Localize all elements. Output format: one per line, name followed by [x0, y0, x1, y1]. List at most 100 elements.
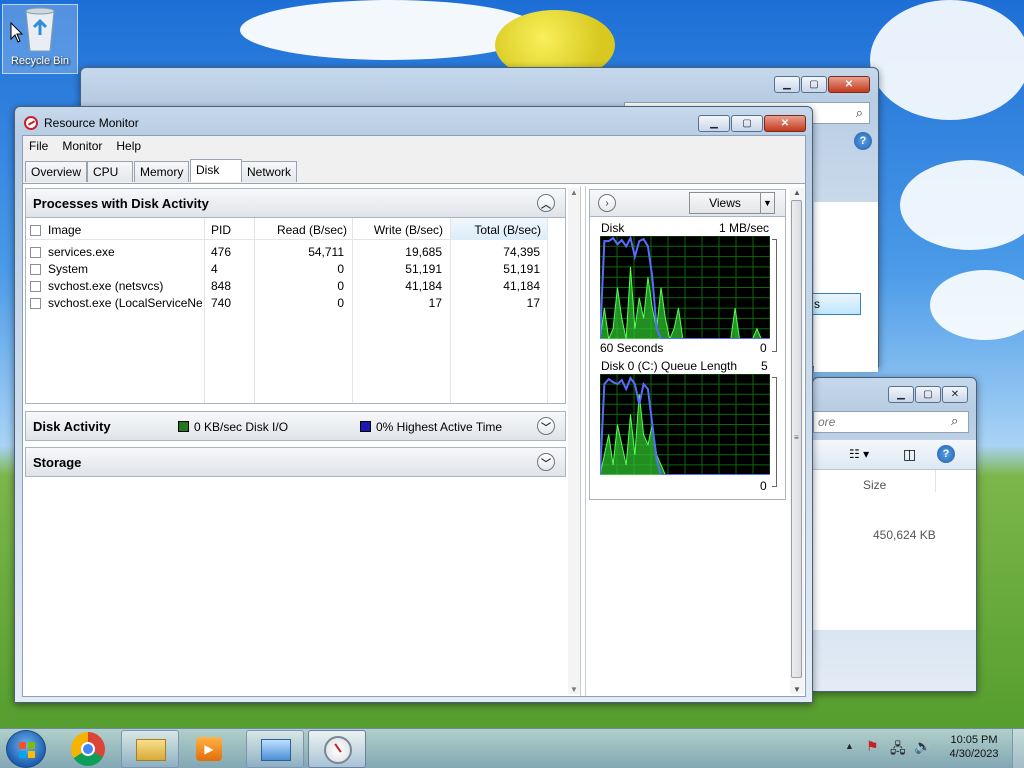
- disk-activity-panel-header[interactable]: Disk Activity 0 KB/sec Disk I/O 0% Highe…: [25, 411, 566, 441]
- explorer-window[interactable]: ▁ ▢ ✕ ore ⌕ ☷ ▾ ◫ ? Size 450,624 KB: [812, 377, 977, 692]
- clock[interactable]: 10:05 PM 4/30/2023: [944, 734, 1004, 760]
- cell-total: 51,191: [503, 262, 540, 276]
- tab-cpu[interactable]: CPU: [87, 161, 133, 182]
- row-checkbox[interactable]: [30, 279, 41, 293]
- client-area: File Monitor Help Overview CPU Memory Di…: [22, 135, 806, 697]
- cloud: [900, 160, 1024, 250]
- tab-overview[interactable]: Overview: [25, 161, 88, 182]
- partial-button[interactable]: s: [811, 293, 861, 315]
- show-desktop-button[interactable]: [1012, 729, 1024, 768]
- menu-help[interactable]: Help: [116, 139, 141, 153]
- network-icon[interactable]: 🖧: [890, 738, 906, 762]
- storage-panel-header[interactable]: Storage ﹀: [25, 447, 566, 477]
- resource-monitor-icon: [24, 116, 38, 130]
- resource-monitor-taskbar-button[interactable]: [308, 730, 366, 768]
- cell-image: services.exe: [48, 245, 115, 259]
- table-row[interactable]: System 4 0 51,191 51,191: [26, 260, 548, 277]
- size-column-header[interactable]: Size: [863, 478, 886, 492]
- collapse-chevron-up-icon[interactable]: ︿: [537, 194, 555, 212]
- views-label: Views: [709, 196, 741, 210]
- table-row[interactable]: svchost.exe (LocalServiceNet... 740 0 17…: [26, 294, 548, 311]
- processes-panel-header[interactable]: Processes with Disk Activity ︿: [25, 188, 566, 218]
- disk-activity-title: Disk Activity: [33, 418, 111, 434]
- help-icon[interactable]: ?: [854, 132, 872, 150]
- scroll-thumb[interactable]: ≡: [791, 200, 802, 678]
- cell-write: 17: [428, 296, 442, 310]
- right-scrollbar[interactable]: ▲ ≡ ▼: [790, 188, 804, 694]
- left-scrollbar[interactable]: ▲ ▼: [568, 188, 580, 694]
- resource-monitor-window[interactable]: Resource Monitor ▁ ▢ ✕ File Monitor Help…: [14, 106, 813, 703]
- volume-icon[interactable]: 🔊: [914, 738, 931, 755]
- expand-chevron-down-icon[interactable]: ﹀: [537, 417, 555, 435]
- col-image[interactable]: Image: [48, 223, 81, 237]
- views-dropdown[interactable]: Views ▼: [689, 192, 775, 214]
- chrome-icon[interactable]: [71, 732, 105, 766]
- table-row[interactable]: svchost.exe (netsvcs) 848 0 41,184 41,18…: [26, 277, 548, 294]
- col-read[interactable]: Read (B/sec): [255, 223, 347, 237]
- gauge-icon: [324, 736, 352, 764]
- table-row[interactable]: services.exe 476 54,711 19,685 74,395: [26, 243, 548, 260]
- cell-read: 54,711: [308, 245, 344, 259]
- disk-graph-max: 1 MB/sec: [718, 221, 769, 235]
- help-icon[interactable]: ?: [937, 445, 955, 463]
- processes-panel-title: Processes with Disk Activity: [33, 195, 209, 211]
- tab-network[interactable]: Network: [241, 161, 298, 182]
- cell-image: svchost.exe (netsvcs): [48, 279, 164, 293]
- menu-file[interactable]: File: [29, 139, 48, 153]
- view-options-icon[interactable]: ☷ ▾: [849, 447, 869, 461]
- tab-disk[interactable]: Disk: [190, 159, 242, 182]
- cell-write: 51,191: [405, 262, 442, 276]
- control-panel-taskbar-button[interactable]: [246, 730, 304, 768]
- clock-time: 10:05 PM: [950, 734, 998, 746]
- graph-bracket: [772, 377, 777, 487]
- show-hidden-icons[interactable]: ▲: [845, 741, 854, 751]
- queue-graph-min: 0: [760, 479, 767, 493]
- row-checkbox[interactable]: [30, 262, 41, 276]
- graph-canvas: [600, 236, 770, 339]
- control-panel-icon: [261, 739, 291, 761]
- chevron-right-icon[interactable]: ›: [598, 194, 616, 212]
- minimize-button[interactable]: ▁: [888, 386, 914, 403]
- scroll-down-icon[interactable]: ▼: [570, 685, 578, 694]
- col-total[interactable]: Total (B/sec): [451, 223, 541, 237]
- maximize-button[interactable]: ▢: [801, 76, 827, 93]
- action-center-flag-icon[interactable]: ⚑: [866, 738, 879, 755]
- disk-graph-title: Disk: [601, 221, 625, 235]
- menu-monitor[interactable]: Monitor: [62, 139, 102, 153]
- expand-chevron-down-icon[interactable]: ﹀: [537, 453, 555, 471]
- recycle-bin-label: Recycle Bin: [10, 55, 70, 67]
- minimize-button[interactable]: ▁: [774, 76, 800, 93]
- tab-memory[interactable]: Memory: [134, 161, 190, 182]
- disk-io-legend-swatch: [178, 421, 189, 432]
- storage-title: Storage: [33, 454, 82, 470]
- cell-read: 0: [337, 296, 344, 310]
- active-time-legend-swatch: [360, 421, 371, 432]
- minimize-button[interactable]: ▁: [698, 115, 730, 132]
- close-button[interactable]: ✕: [764, 115, 806, 132]
- explorer-taskbar-button[interactable]: [121, 730, 179, 768]
- select-all-checkbox[interactable]: [30, 223, 41, 237]
- media-player-icon[interactable]: ▶: [196, 737, 222, 761]
- cell-write: 19,685: [405, 245, 442, 259]
- graph-bracket: [772, 239, 777, 352]
- cell-pid: 848: [211, 279, 232, 293]
- maximize-button[interactable]: ▢: [731, 115, 763, 132]
- row-checkbox[interactable]: [30, 296, 41, 310]
- close-button[interactable]: ✕: [828, 76, 870, 93]
- start-button[interactable]: [6, 730, 46, 768]
- close-button[interactable]: ✕: [942, 386, 968, 403]
- cell-pid: 740: [211, 296, 232, 310]
- scroll-down-icon[interactable]: ▼: [793, 685, 801, 694]
- scroll-up-icon[interactable]: ▲: [570, 188, 578, 197]
- disk-graph: [600, 236, 770, 339]
- menu-bar: File Monitor Help: [23, 136, 805, 156]
- row-checkbox[interactable]: [30, 245, 41, 259]
- col-write[interactable]: Write (B/sec): [353, 223, 443, 237]
- explorer-search-input[interactable]: ore: [813, 411, 969, 433]
- maximize-button[interactable]: ▢: [915, 386, 941, 403]
- recycle-bin-icon: [25, 7, 55, 52]
- queue-graph: [600, 374, 770, 475]
- preview-pane-icon[interactable]: ◫: [903, 446, 916, 463]
- scroll-up-icon[interactable]: ▲: [793, 188, 801, 197]
- col-pid[interactable]: PID: [211, 223, 231, 237]
